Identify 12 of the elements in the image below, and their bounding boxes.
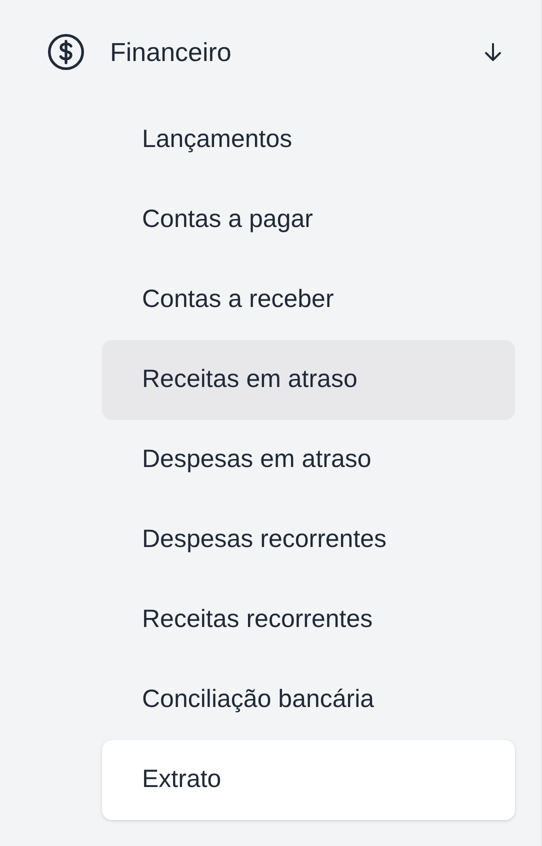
menu-item[interactable]: Despesas recorrentes (102, 500, 515, 580)
menu-item[interactable]: Extrato (102, 740, 515, 820)
menu-item[interactable]: Contas a pagar (102, 180, 515, 260)
menu-item[interactable]: Lançamentos (102, 100, 515, 180)
menu-header[interactable]: Financeiro (46, 12, 515, 92)
menu-item[interactable]: Contas a receber (102, 260, 515, 340)
dollar-icon (46, 32, 86, 72)
menu-item[interactable]: Conciliação bancária (102, 660, 515, 740)
menu-title: Financeiro (110, 36, 232, 68)
menu-item[interactable]: Receitas em atraso (102, 340, 515, 420)
menu-item[interactable]: Receitas recorrentes (102, 580, 515, 660)
menu-item[interactable]: Despesas em atraso (102, 420, 515, 500)
